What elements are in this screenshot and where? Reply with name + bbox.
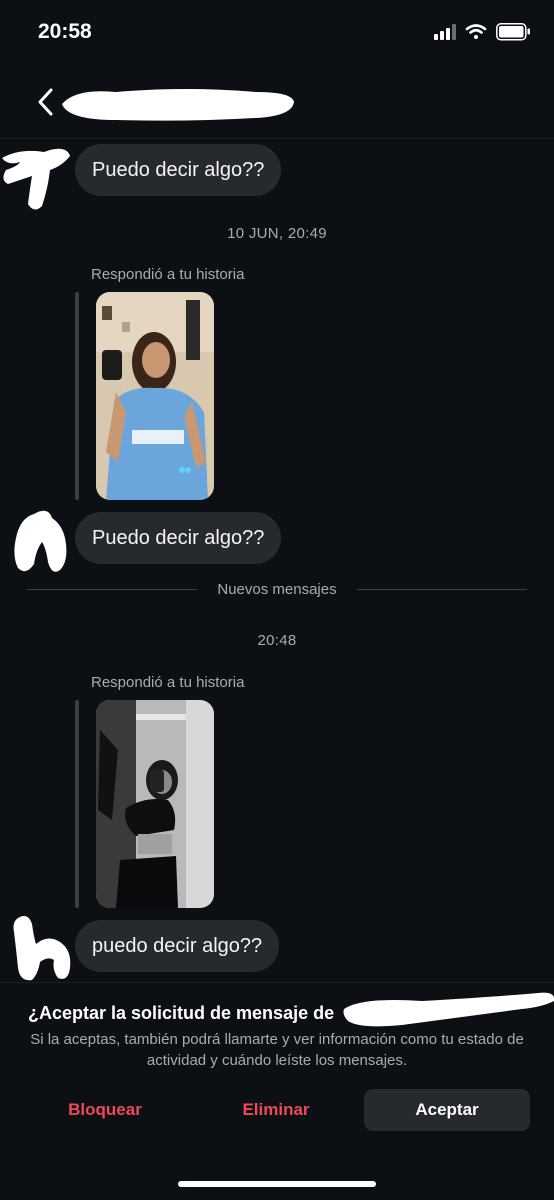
story-reply-label: Respondió a tu historia (91, 266, 245, 283)
story-thumbnail[interactable] (96, 292, 214, 500)
story-thumbnail[interactable] (96, 700, 214, 908)
timestamp: 10 JUN, 20:49 (227, 225, 327, 242)
request-description: Si la aceptas, también podrá llamarte y … (30, 1031, 524, 1069)
message-bubble[interactable]: Puedo decir algo?? (75, 144, 282, 196)
reply-indicator-bar (75, 700, 79, 908)
status-icons (434, 22, 532, 44)
status-time: 20:58 (38, 20, 92, 43)
divider-line (357, 589, 527, 590)
signal-icon (434, 24, 456, 40)
redacted-avatar-scribble (2, 148, 70, 210)
status-bar: 20:58 (0, 0, 554, 66)
wifi-icon (465, 24, 487, 39)
message-bubble[interactable]: puedo decir algo?? (75, 920, 280, 972)
redacted-avatar-scribble (14, 510, 67, 572)
reply-indicator-bar (75, 292, 79, 500)
battery-icon (496, 23, 530, 41)
accept-button[interactable]: Aceptar (364, 1089, 530, 1131)
request-title: ¿Aceptar la solicitud de mensaje de (28, 1003, 335, 1023)
new-messages-divider: Nuevos mensajes (27, 578, 527, 602)
home-indicator[interactable] (178, 1181, 376, 1187)
chat-header (0, 66, 554, 139)
redacted-avatar-scribble (13, 916, 71, 981)
message-request-panel: ¿Aceptar la solicitud de mensaje de Si l… (0, 982, 554, 1200)
message-bubble[interactable]: Puedo decir algo?? (75, 512, 282, 564)
timestamp: 20:48 (257, 632, 297, 649)
chevron-left-icon[interactable] (34, 86, 58, 118)
block-button[interactable]: Bloquear (40, 1089, 170, 1131)
redacted-username-scribble (62, 89, 294, 121)
story-reply-label: Respondió a tu historia (91, 674, 245, 691)
delete-button[interactable]: Eliminar (211, 1089, 341, 1131)
